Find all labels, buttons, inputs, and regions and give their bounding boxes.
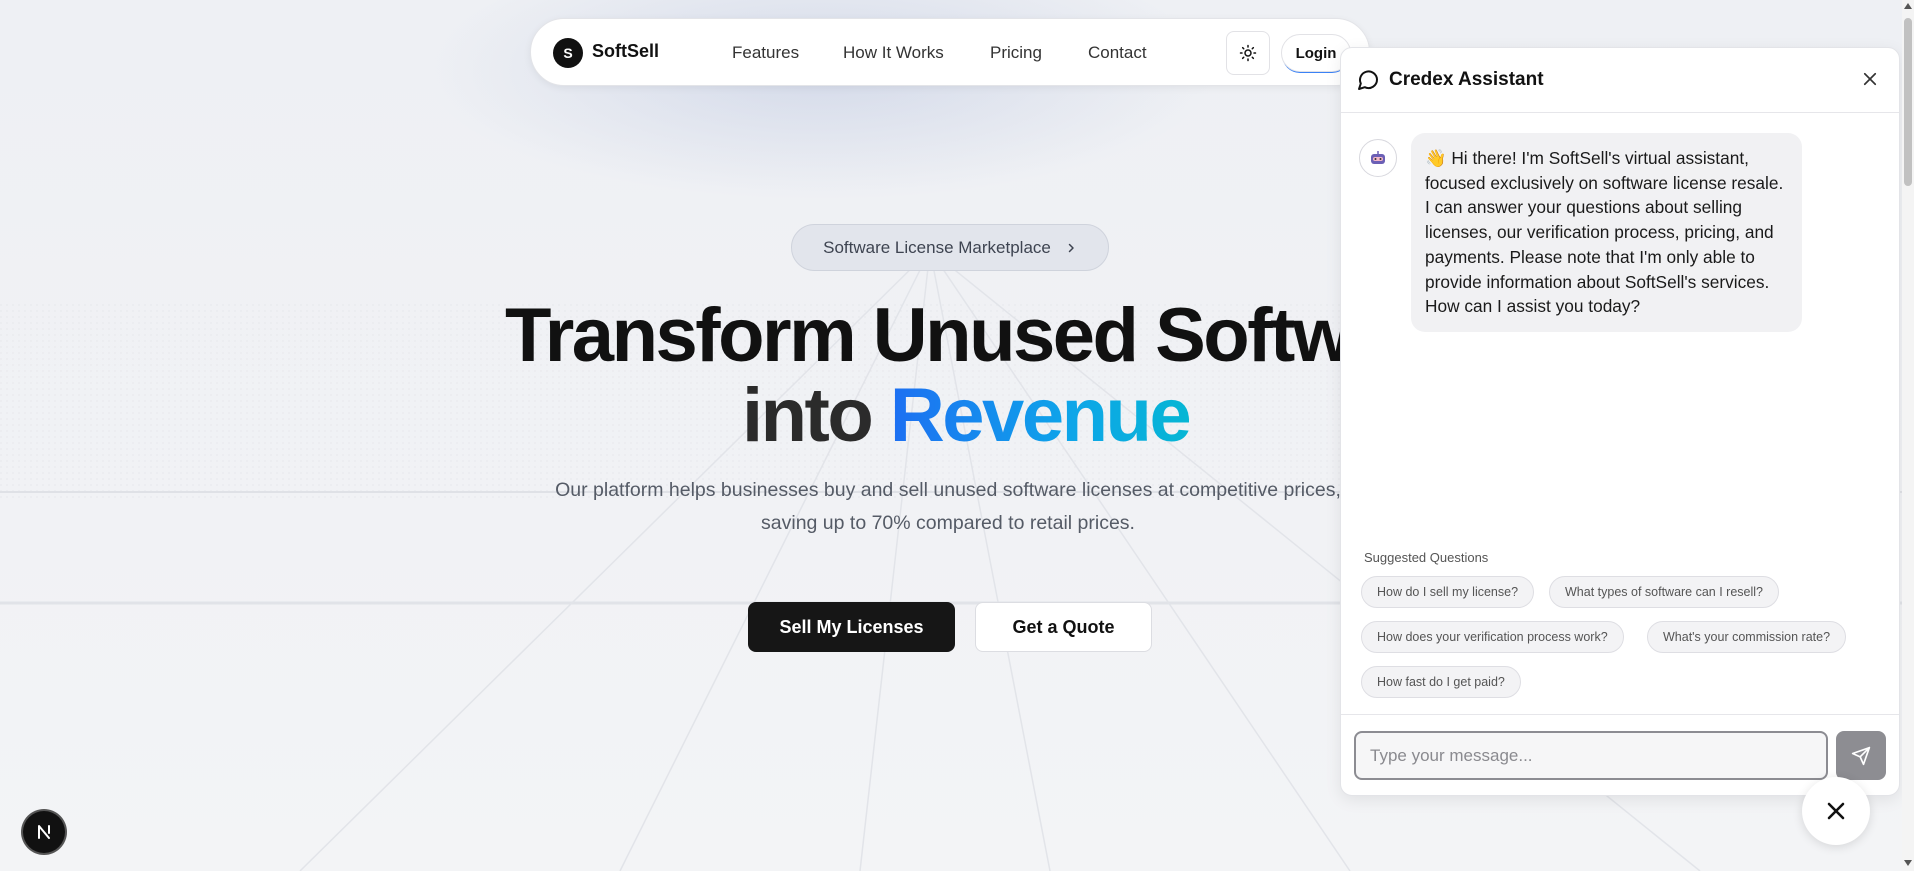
suggestion-chip[interactable]: How does your verification process work? — [1361, 621, 1624, 653]
nav-link-contact[interactable]: Contact — [1088, 43, 1147, 63]
brand-name[interactable]: SoftSell — [592, 41, 659, 62]
chevron-right-icon — [1068, 243, 1074, 252]
nextjs-logo-icon — [38, 825, 50, 839]
theme-toggle-button[interactable] — [1226, 31, 1270, 75]
close-icon[interactable] — [1861, 70, 1879, 88]
hero-subtitle-line2: saving up to 70% compared to retail pric… — [761, 512, 1135, 534]
suggested-questions-label: Suggested Questions — [1364, 550, 1489, 565]
top-navbar: S SoftSell Features How It Works Pricing… — [530, 18, 1370, 86]
logo-badge[interactable]: S — [553, 38, 583, 68]
nav-link-features[interactable]: Features — [732, 43, 799, 63]
sell-my-licenses-button[interactable]: Sell My Licenses — [748, 602, 955, 652]
pill-label: Software License Marketplace — [823, 237, 1051, 257]
chat-panel: Credex Assistant 👋 Hi there! I'm SoftSel… — [1340, 47, 1900, 796]
suggestion-chip[interactable]: What types of software can I resell? — [1549, 576, 1780, 608]
chat-title: Credex Assistant — [1389, 69, 1544, 90]
chat-message-input[interactable] — [1354, 731, 1828, 780]
chat-divider — [1341, 714, 1899, 715]
bot-avatar — [1359, 139, 1397, 177]
marketplace-pill-link[interactable]: Software License Marketplace — [791, 224, 1109, 271]
nav-link-pricing[interactable]: Pricing — [990, 43, 1042, 63]
hero-title-highlight: Revenue — [889, 373, 1192, 458]
get-a-quote-button[interactable]: Get a Quote — [975, 602, 1152, 652]
robot-icon — [1371, 151, 1385, 164]
suggestion-chip[interactable]: What's your commission rate? — [1647, 621, 1847, 653]
hero-title-line1: Transform Unused Software — [505, 293, 1459, 378]
hero-subtitle-line1: Our platform helps businesses buy and se… — [555, 479, 1341, 501]
nextjs-dev-badge[interactable] — [23, 811, 65, 853]
scrollbar-thumb[interactable] — [1904, 18, 1912, 186]
hero-title-prefix: into — [742, 373, 874, 458]
chat-toggle-close-button[interactable] — [1802, 777, 1870, 845]
hero-title-line2: into Revenue — [742, 372, 1192, 459]
scroll-up-arrow-icon[interactable] — [1903, 2, 1913, 10]
send-icon — [1851, 746, 1871, 765]
scroll-down-arrow-icon[interactable] — [1903, 859, 1913, 867]
sun-icon — [1239, 44, 1257, 62]
send-button[interactable] — [1836, 731, 1886, 780]
hero-subtitle: Our platform helps businesses buy and se… — [548, 474, 1348, 540]
close-icon — [1827, 802, 1845, 820]
nav-link-how-it-works[interactable]: How It Works — [843, 43, 944, 63]
suggestion-chip[interactable]: How fast do I get paid? — [1361, 666, 1521, 698]
message-circle-icon — [1358, 70, 1379, 90]
assistant-message-bubble: 👋 Hi there! I'm SoftSell's virtual assis… — [1411, 133, 1802, 332]
chat-header: Credex Assistant — [1341, 48, 1899, 113]
suggestion-chip[interactable]: How do I sell my license? — [1361, 576, 1535, 608]
